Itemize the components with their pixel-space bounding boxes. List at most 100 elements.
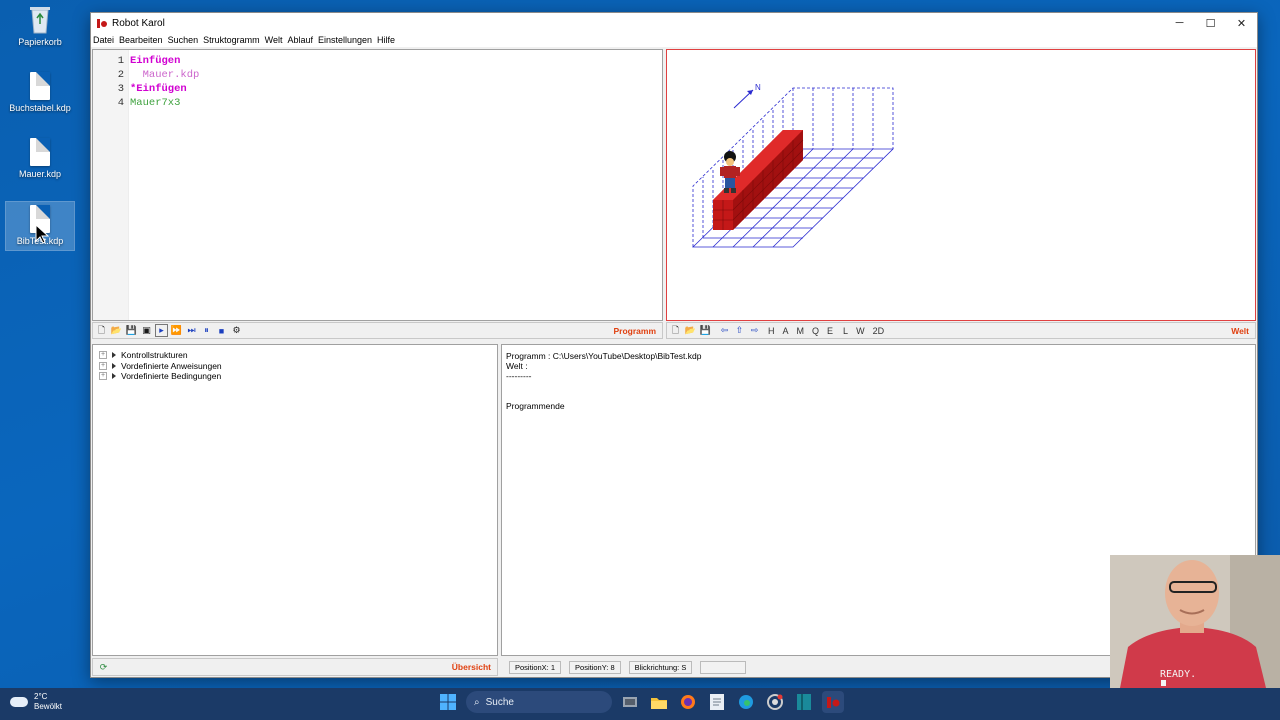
- presenter-video: READY.: [1110, 555, 1280, 688]
- menu-suchen[interactable]: Suchen: [168, 35, 199, 45]
- save-world-icon[interactable]: 💾: [699, 324, 712, 337]
- expand-icon[interactable]: +: [99, 372, 107, 381]
- line-number: 2: [117, 69, 124, 81]
- edge-icon[interactable]: [735, 691, 757, 713]
- recycle-bin-icon: [30, 7, 50, 34]
- menu-datei[interactable]: Datei: [93, 35, 114, 45]
- robot-karol-app-icon: [97, 19, 107, 28]
- program-toolbar: 🗋 📂 💾 ▣ ▸ ⏩ ⏭ ⏸ ■ ⚙ Programm: [92, 322, 663, 339]
- code-editor[interactable]: 1 Einfügen 2 Mauer.kdp 3 *Einfügen 4 Mauer7…: [92, 49, 663, 321]
- task-view-icon[interactable]: [619, 691, 641, 713]
- document-icon: [30, 72, 50, 100]
- weather-desc: Bewölkt: [34, 702, 63, 711]
- chrome-icon[interactable]: [764, 691, 786, 713]
- menu-welt[interactable]: Welt: [265, 35, 283, 45]
- minimize-button[interactable]: ─: [1164, 13, 1195, 33]
- fast-run-icon[interactable]: ⏩: [170, 324, 183, 337]
- world-button-h[interactable]: H: [765, 324, 778, 337]
- triangle-right-icon: [112, 373, 116, 380]
- status-position-x: PositionX: 1: [509, 660, 562, 674]
- world-button-w[interactable]: W: [853, 324, 868, 337]
- notepad-icon[interactable]: [706, 691, 728, 713]
- world-button-q[interactable]: Q: [809, 324, 822, 337]
- code-line: 1 Einfügen: [93, 54, 662, 68]
- desktop-icon-label: Mauer.kdp: [18, 169, 62, 179]
- taskbar-search[interactable]: ⌕ Suche: [466, 691, 612, 713]
- code-line: 2 Mauer.kdp: [93, 68, 662, 82]
- desktop-icon-recycle-bin[interactable]: Papierkorb: [6, 4, 74, 47]
- refresh-icon[interactable]: ⟳: [97, 661, 110, 674]
- new-file-icon[interactable]: 🗋: [95, 324, 108, 337]
- expand-icon[interactable]: +: [99, 351, 107, 360]
- world-canvas: N: [692, 83, 894, 248]
- tree-item-kontrollstrukturen[interactable]: + Kontrollstrukturen: [93, 350, 497, 361]
- taskbar: 2°C Bewölkt ⌕ Suche: [0, 688, 1280, 720]
- firefox-icon[interactable]: [677, 691, 699, 713]
- code-line: 4 Mauer7x3: [93, 96, 662, 110]
- desktop-icon-label: Buchstabel.kdp: [9, 103, 71, 113]
- compass: N: [733, 83, 761, 109]
- turn-left-icon[interactable]: ⇦: [718, 324, 731, 337]
- world-view[interactable]: N: [666, 49, 1256, 321]
- world-button-2d[interactable]: 2D: [870, 324, 888, 337]
- menu-hilfe[interactable]: Hilfe: [377, 35, 395, 45]
- world-label[interactable]: Welt: [1231, 326, 1249, 336]
- program-label[interactable]: Programm: [613, 326, 656, 336]
- code-line: 3 *Einfügen: [93, 82, 662, 96]
- expand-icon[interactable]: +: [99, 361, 107, 370]
- step-forward-icon[interactable]: ⇧: [733, 324, 746, 337]
- window-title: Robot Karol: [112, 17, 165, 29]
- title-bar[interactable]: Robot Karol ─ ☐ ✕: [91, 13, 1257, 33]
- line-number: 1: [117, 55, 124, 67]
- menu-bearbeiten[interactable]: Bearbeiten: [119, 35, 163, 45]
- output-line: Programm : C:\Users\YouTube\Desktop\BibT…: [506, 351, 702, 361]
- robot-karol-taskbar-icon[interactable]: [822, 691, 844, 713]
- run-icon[interactable]: ▸: [155, 324, 168, 337]
- world-button-e[interactable]: E: [824, 324, 836, 337]
- open-world-icon[interactable]: 📂: [684, 324, 697, 337]
- print-icon[interactable]: ▣: [140, 324, 153, 337]
- weather-widget[interactable]: 2°C Bewölkt: [10, 692, 62, 712]
- overview-label[interactable]: Übersicht: [452, 662, 491, 672]
- tree-item-label: Vordefinierte Anweisungen: [121, 360, 222, 371]
- world-toolbar: 🗋 📂 💾 ⇦ ⇧ ⇨ H A M Q E L W 2D Welt: [666, 322, 1256, 339]
- world-button-m[interactable]: M: [794, 324, 808, 337]
- stop-icon[interactable]: ■: [215, 324, 228, 337]
- tree-item-anweisungen[interactable]: + Vordefinierte Anweisungen: [93, 361, 497, 372]
- pause-icon[interactable]: ⏸: [200, 324, 213, 337]
- settings-gear-icon[interactable]: ⚙: [230, 324, 243, 337]
- world-button-l[interactable]: L: [840, 324, 851, 337]
- code-text: Mauer7x3: [130, 97, 181, 109]
- world-button-a[interactable]: A: [780, 324, 792, 337]
- code-text: Einfügen: [130, 55, 181, 67]
- search-icon: ⌕: [474, 696, 480, 708]
- code-text: Mauer.kdp: [130, 69, 200, 81]
- maximize-button[interactable]: ☐: [1195, 13, 1226, 33]
- menu-einstellungen[interactable]: Einstellungen: [318, 35, 372, 45]
- code-text: *Einfügen: [130, 83, 187, 95]
- step-icon[interactable]: ⏭: [185, 324, 198, 337]
- turn-right-icon[interactable]: ⇨: [748, 324, 761, 337]
- desktop-icon-buchstabel[interactable]: Buchstabel.kdp: [6, 72, 74, 113]
- desktop-icon-mauer[interactable]: Mauer.kdp: [6, 138, 74, 179]
- tree-item-label: Vordefinierte Bedingungen: [121, 371, 222, 382]
- line-number: 3: [117, 83, 124, 95]
- start-windows-icon[interactable]: [437, 691, 459, 713]
- menu-bar: Datei Bearbeiten Suchen Struktogramm Wel…: [91, 33, 1257, 47]
- app-teal-icon[interactable]: [793, 691, 815, 713]
- save-icon[interactable]: 💾: [125, 324, 138, 337]
- document-icon: [30, 138, 50, 166]
- new-world-icon[interactable]: 🗋: [669, 324, 682, 337]
- open-folder-icon[interactable]: 📂: [110, 324, 123, 337]
- compass-north-label: N: [755, 83, 761, 92]
- output-line: Welt :: [506, 361, 528, 371]
- triangle-right-icon: [112, 352, 116, 359]
- file-explorer-icon[interactable]: [648, 691, 670, 713]
- menu-ablauf[interactable]: Ablauf: [287, 35, 313, 45]
- menu-struktogramm[interactable]: Struktogramm: [203, 35, 260, 45]
- tree-item-bedingungen[interactable]: + Vordefinierte Bedingungen: [93, 371, 497, 382]
- output-line: ---------: [506, 371, 532, 381]
- close-button[interactable]: ✕: [1226, 13, 1257, 33]
